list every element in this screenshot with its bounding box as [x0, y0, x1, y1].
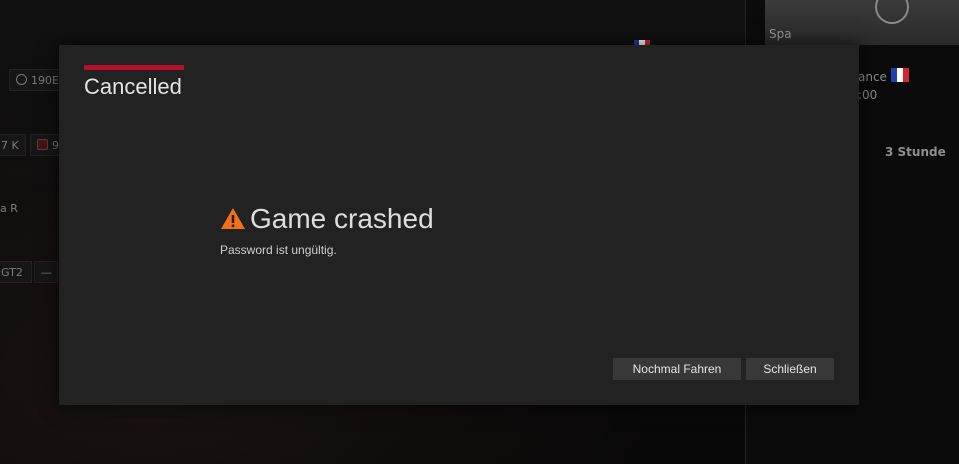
dialog-title: Cancelled: [84, 74, 182, 99]
porsche-logo-icon: [37, 139, 48, 150]
car-chip-label: 190E: [31, 74, 59, 87]
car-chip[interactable]: 93: [30, 134, 66, 156]
close-button[interactable]: Schließen: [746, 358, 834, 380]
car-chip[interactable]: 190E: [9, 69, 61, 91]
error-title: Game crashed: [250, 203, 434, 234]
track-country: ance: [858, 70, 887, 84]
car-chip-label: a R: [0, 202, 18, 215]
track-thumbnail[interactable]: [765, 0, 959, 45]
mercedes-logo-icon: [16, 74, 27, 85]
car-chip[interactable]: GT2: [0, 261, 32, 283]
car-chip[interactable]: a R: [0, 198, 24, 220]
warning-icon: [221, 208, 245, 229]
flag-france-icon: [891, 68, 909, 82]
track-name: Spa: [769, 27, 792, 41]
error-block: Game crashed Password ist ungültig.: [220, 203, 434, 257]
car-chip[interactable]: 7 K: [0, 134, 26, 156]
car-chip-label: 7 K: [1, 139, 19, 152]
car-chip-label: GT2: [1, 266, 23, 279]
error-header: Game crashed: [220, 203, 434, 235]
car-chip-label: —: [41, 266, 52, 279]
track-time: :00: [858, 88, 878, 102]
car-chip[interactable]: —: [34, 261, 58, 283]
race-duration: 3 Stunde: [885, 145, 946, 159]
track-meta: ance :00: [858, 68, 887, 104]
retry-button[interactable]: Nochmal Fahren: [613, 358, 741, 380]
track-layout-icon: [875, 0, 909, 24]
error-message: Password ist ungültig.: [220, 243, 337, 257]
title-accent-bar: [84, 65, 184, 70]
error-dialog: Cancelled Game crashed Password ist ungü…: [59, 45, 859, 405]
